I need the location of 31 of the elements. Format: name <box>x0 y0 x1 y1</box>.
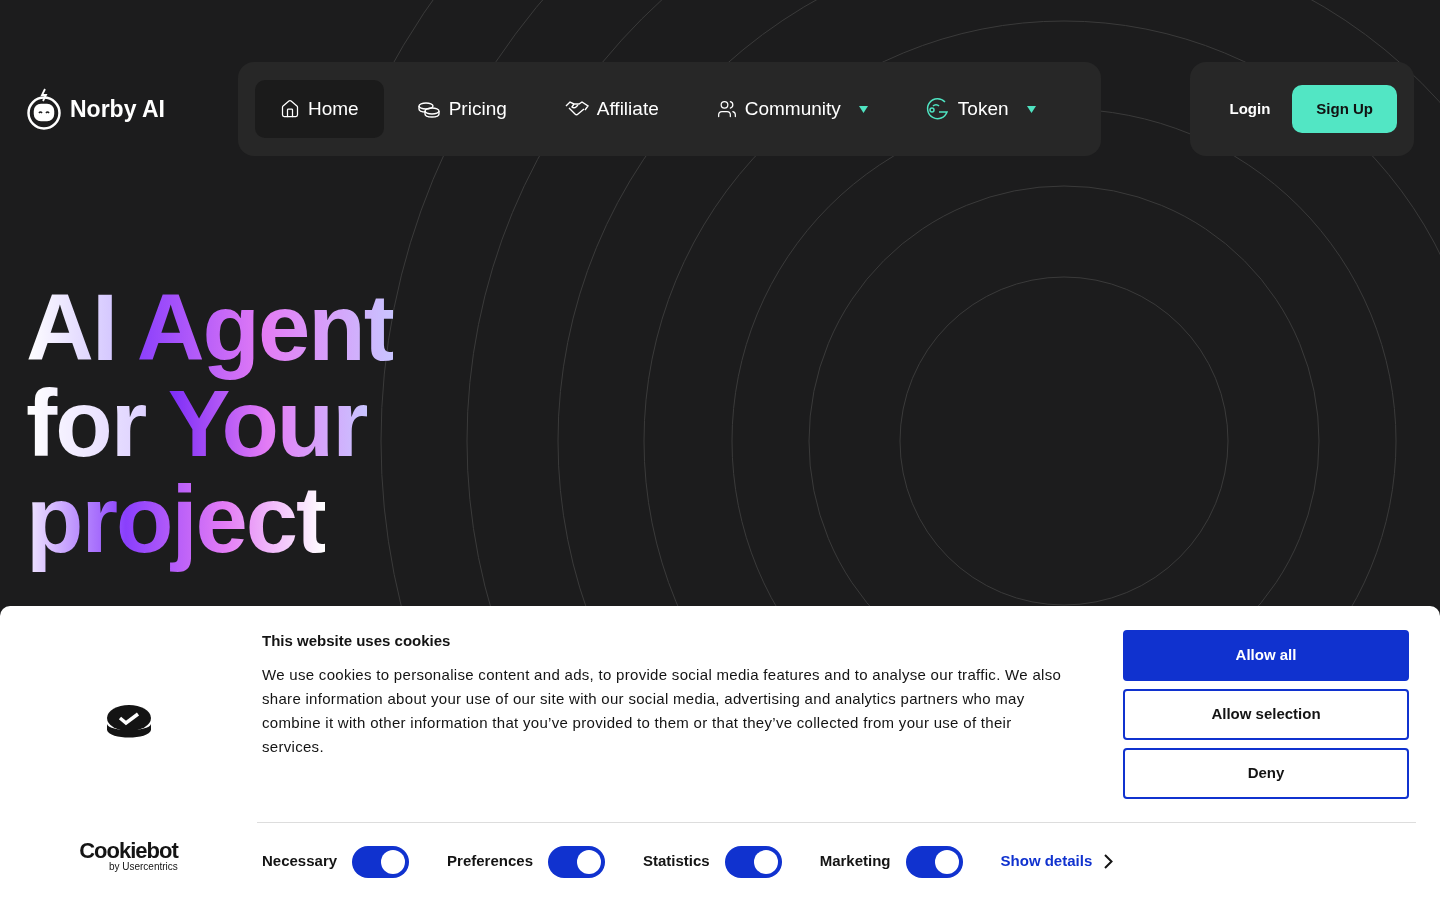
nav-link[interactable]: Home <box>255 80 384 138</box>
users-icon <box>716 99 737 119</box>
coins-icon <box>416 99 441 119</box>
consent-button[interactable]: Allow selection <box>1123 689 1409 740</box>
hero-headline: AI Agent for Your project <box>26 274 394 574</box>
consent-button[interactable]: Deny <box>1123 748 1409 799</box>
cookiebot-logo: Cookiebot by Usercentrics <box>79 840 178 872</box>
brand-name: Norby AI <box>70 94 165 124</box>
nav-link[interactable]: Pricing <box>391 80 532 138</box>
chevron-right-icon <box>1104 854 1114 869</box>
toggle-label: Statistics <box>643 851 710 872</box>
toggle-label: Marketing <box>819 851 891 872</box>
toggle-switch[interactable] <box>905 845 963 878</box>
toggle-label: Preferences <box>447 851 533 872</box>
toggle-label: Necessary <box>262 851 338 872</box>
nav-link[interactable]: Token <box>900 80 1061 138</box>
nav-link[interactable]: Community <box>691 80 893 138</box>
sign-up-button[interactable]: Sign Up <box>1292 85 1397 133</box>
toggle-switch[interactable] <box>352 845 410 878</box>
nav-link[interactable]: Affiliate <box>539 80 684 138</box>
cookie-title: This website uses cookies <box>262 631 452 651</box>
home-icon <box>280 99 300 119</box>
login-button[interactable]: Login <box>1229 97 1271 121</box>
cookie-check-icon <box>105 704 152 740</box>
toggle-switch[interactable] <box>724 845 782 878</box>
token-icon <box>925 97 950 121</box>
consent-button[interactable]: Allow all <box>1123 630 1409 681</box>
cookie-description: We use cookies to personalise content and ads, to provide social media features and to analyse our traffic. We also share information about your use of our site with our social media, advertising and analytics partners who may combine it with other information that you’ve provided to them or that they’ve collected from your use of their services. <box>262 664 1063 757</box>
toggle-switch[interactable] <box>548 845 605 878</box>
show-details-link[interactable]: Show details <box>1000 850 1114 873</box>
robot-logo-icon <box>26 88 62 130</box>
